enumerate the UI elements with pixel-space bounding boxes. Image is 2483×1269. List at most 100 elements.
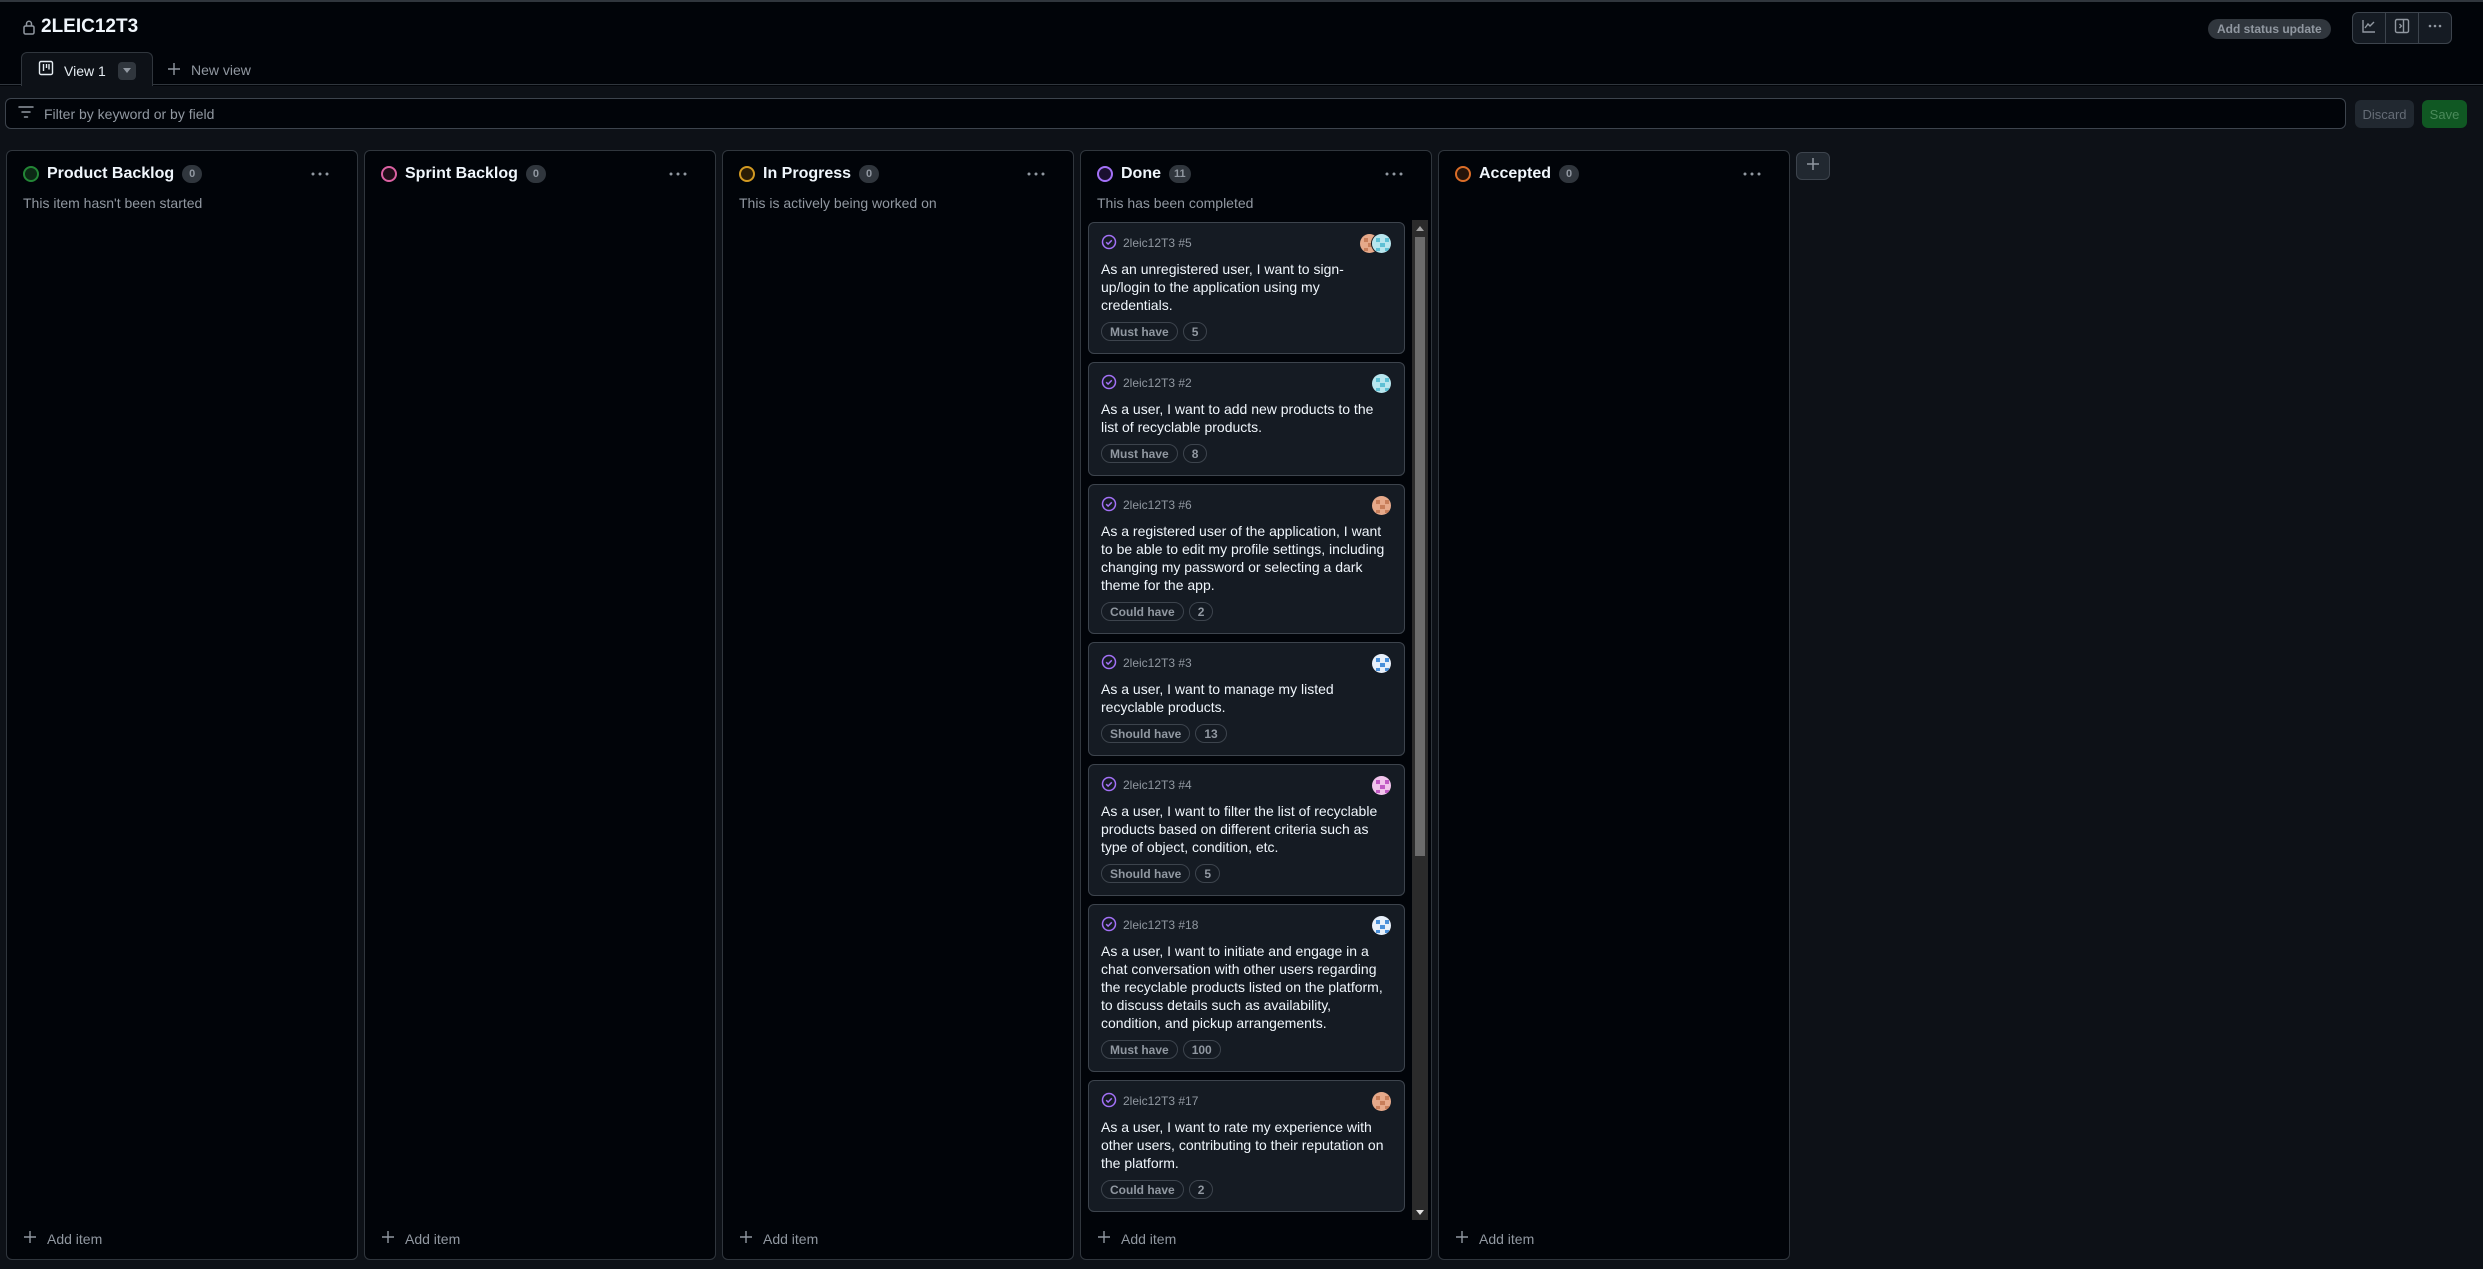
card-title[interactable]: As a user, I want to initiate and engage… xyxy=(1101,942,1392,1032)
plus-icon xyxy=(1455,1230,1469,1247)
toggle-sidebar-button[interactable] xyxy=(2386,13,2419,43)
issue-reference[interactable]: 2leic12T3 #17 xyxy=(1123,1094,1198,1108)
view-options-dropdown[interactable] xyxy=(118,61,136,80)
card-title[interactable]: As a user, I want to rate my experience … xyxy=(1101,1118,1392,1172)
status-circle-icon xyxy=(1097,166,1113,182)
issue-reference[interactable]: 2leic12T3 #18 xyxy=(1123,918,1198,932)
assignees xyxy=(1359,233,1392,254)
assignees xyxy=(1371,775,1392,796)
assignees xyxy=(1371,915,1392,936)
avatar[interactable] xyxy=(1371,495,1392,516)
issue-reference[interactable]: 2leic12T3 #4 xyxy=(1123,778,1192,792)
priority-token: Should have xyxy=(1101,724,1191,743)
status-circle-icon xyxy=(23,166,39,182)
new-view-button[interactable]: New view xyxy=(153,53,251,87)
filter-bar: Discard Save xyxy=(0,86,2483,140)
column-description: This is actively being worked on xyxy=(739,195,937,211)
avatar[interactable] xyxy=(1371,373,1392,394)
avatar[interactable] xyxy=(1371,1091,1392,1112)
assignees xyxy=(1371,495,1392,516)
status-circle-icon xyxy=(739,166,755,182)
card-title[interactable]: As a user, I want to add new products to… xyxy=(1101,400,1392,436)
title-row: 2LEIC12T3 xyxy=(22,16,138,38)
scrollbar-thumb[interactable] xyxy=(1415,237,1425,856)
avatar[interactable] xyxy=(1371,915,1392,936)
closed-issue-icon xyxy=(1101,916,1117,935)
column-done: Done 11 This has been completed 2leic12T… xyxy=(1080,150,1432,1260)
card-fields: Should have 13 xyxy=(1101,724,1392,743)
column-more-button[interactable] xyxy=(1383,167,1405,181)
kebab-icon xyxy=(2427,18,2443,39)
discard-button[interactable]: Discard xyxy=(2355,100,2414,128)
kebab-icon xyxy=(669,172,687,176)
column-title: Product Backlog xyxy=(47,165,175,182)
column-in-progress: In Progress 0 This is actively being wor… xyxy=(722,150,1074,1260)
save-button[interactable]: Save xyxy=(2422,100,2467,128)
plus-icon xyxy=(1097,1230,1111,1247)
estimate-token: 5 xyxy=(1182,322,1208,341)
column-more-button[interactable] xyxy=(1741,167,1763,181)
assignees xyxy=(1371,653,1392,674)
status-circle-icon xyxy=(381,166,397,182)
add-item-button[interactable]: Add item xyxy=(1097,1230,1176,1247)
issue-card[interactable]: 2leic12T3 #17 As a user, I want to rate m… xyxy=(1088,1080,1405,1212)
card-title[interactable]: As a user, I want to manage my listed re… xyxy=(1101,680,1392,716)
card-meta: 2leic12T3 #2 xyxy=(1101,374,1392,392)
card-title[interactable]: As a registered user of the application,… xyxy=(1101,522,1392,594)
avatar[interactable] xyxy=(1371,775,1392,796)
add-item-label: Add item xyxy=(47,1230,103,1247)
insights-icon xyxy=(2361,18,2377,39)
avatar[interactable] xyxy=(1371,233,1392,254)
add-item-button[interactable]: Add item xyxy=(23,1230,102,1247)
add-item-label: Add item xyxy=(1479,1230,1535,1247)
scroll-up-arrow[interactable] xyxy=(1412,220,1428,236)
card-title[interactable]: As a user, I want to filter the list of … xyxy=(1101,802,1392,856)
issue-card[interactable]: 2leic12T3 #6 As a registered user of the … xyxy=(1088,484,1405,634)
add-item-button[interactable]: Add item xyxy=(739,1230,818,1247)
insights-button[interactable] xyxy=(2353,13,2386,43)
issue-card[interactable]: 2leic12T3 #2 As a user, I want to add new… xyxy=(1088,362,1405,476)
column-more-button[interactable] xyxy=(1025,167,1047,181)
card-fields: Must have 5 xyxy=(1101,322,1392,341)
issue-reference[interactable]: 2leic12T3 #3 xyxy=(1123,656,1192,670)
item-count-badge: 11 xyxy=(1169,165,1191,183)
triangle-up-icon xyxy=(1416,225,1424,231)
plus-icon xyxy=(23,1230,37,1247)
filter-field[interactable] xyxy=(5,98,2346,129)
view-tabs: View 1 New view xyxy=(21,52,251,88)
column-accepted: Accepted 0 Add item xyxy=(1438,150,1790,1260)
add-status-update-button[interactable]: Add status update xyxy=(2208,19,2331,39)
kebab-icon xyxy=(311,172,329,176)
filter-icon xyxy=(18,105,34,123)
issue-card[interactable]: 2leic12T3 #18 As a user, I want to initia… xyxy=(1088,904,1405,1072)
item-count-badge: 0 xyxy=(1559,165,1580,183)
avatar[interactable] xyxy=(1371,653,1392,674)
item-count-badge: 0 xyxy=(859,165,880,183)
card-fields: Must have 100 xyxy=(1101,1040,1392,1059)
closed-issue-icon xyxy=(1101,776,1117,795)
card-meta: 2leic12T3 #6 xyxy=(1101,496,1392,514)
project-header: 2LEIC12T3 Add status update View 1 New v… xyxy=(0,2,2483,88)
kebab-icon xyxy=(1743,172,1761,176)
card-title[interactable]: As an unregistered user, I want to sign-… xyxy=(1101,260,1392,314)
issue-reference[interactable]: 2leic12T3 #2 xyxy=(1123,376,1192,390)
done-column-scrollbar[interactable] xyxy=(1412,220,1428,1220)
filter-input[interactable] xyxy=(44,105,2139,122)
column-header: Product Backlog 0 xyxy=(23,165,203,183)
add-item-button[interactable]: Add item xyxy=(1455,1230,1534,1247)
priority-token: Must have xyxy=(1101,1040,1178,1059)
issue-card[interactable]: 2leic12T3 #5 As an unregistered user, I w… xyxy=(1088,222,1405,354)
closed-issue-icon xyxy=(1101,654,1117,673)
issue-card[interactable]: 2leic12T3 #4 As a user, I want to filter … xyxy=(1088,764,1405,896)
column-more-button[interactable] xyxy=(309,167,331,181)
scroll-down-arrow[interactable] xyxy=(1412,1204,1428,1220)
issue-reference[interactable]: 2leic12T3 #5 xyxy=(1123,236,1192,250)
tab-view-1[interactable]: View 1 xyxy=(21,52,153,88)
add-column-button[interactable] xyxy=(1796,152,1830,180)
add-item-button[interactable]: Add item xyxy=(381,1230,460,1247)
issue-reference[interactable]: 2leic12T3 #6 xyxy=(1123,498,1192,512)
more-options-button[interactable] xyxy=(2419,13,2451,43)
issue-card[interactable]: 2leic12T3 #3 As a user, I want to manage … xyxy=(1088,642,1405,756)
column-more-button[interactable] xyxy=(667,167,689,181)
column-title: Accepted xyxy=(1479,165,1552,182)
